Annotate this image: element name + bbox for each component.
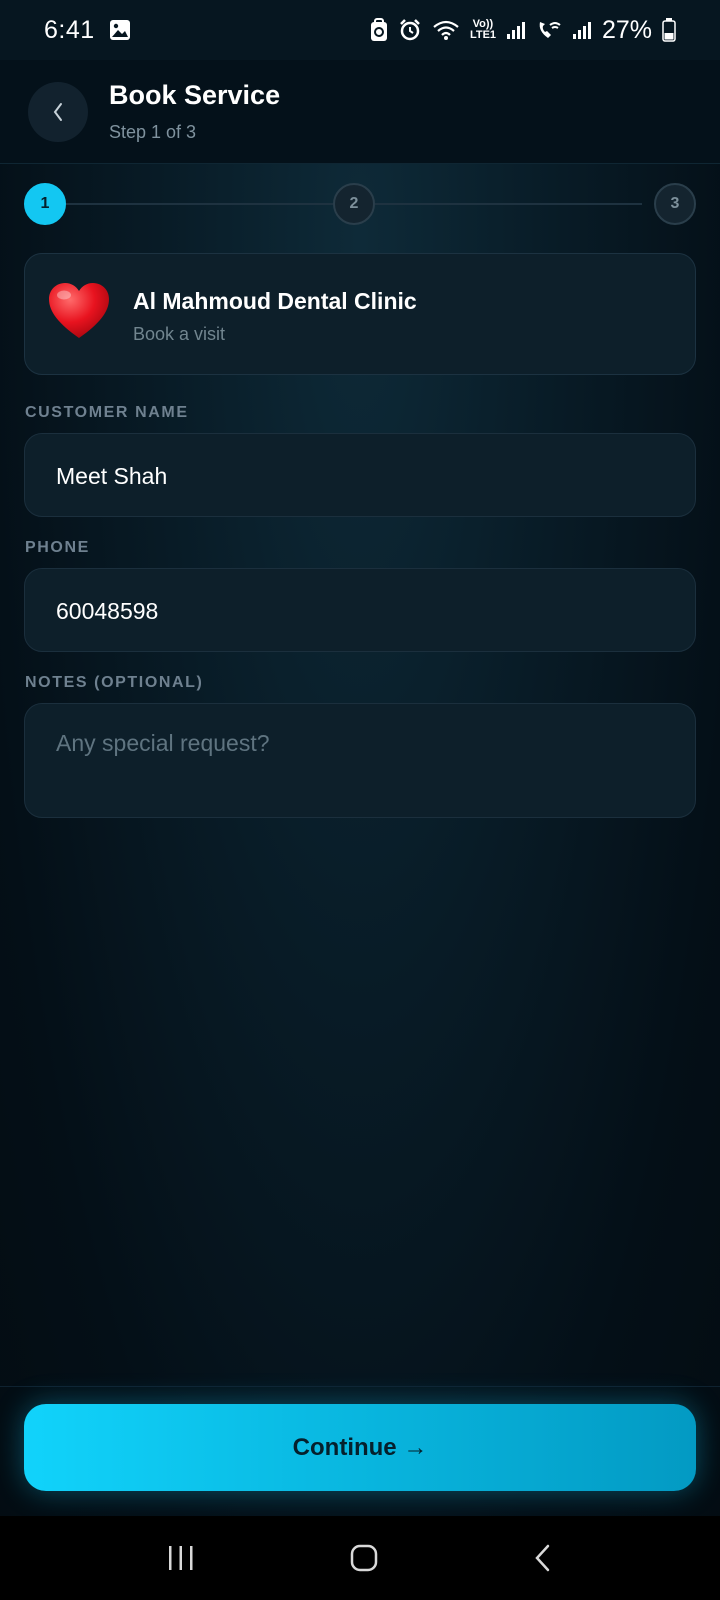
step-connector [66,203,333,205]
volte-icon: Vo)) LTE1 [469,18,497,41]
status-left: 6:41 [44,16,131,45]
notes-field[interactable] [24,703,696,818]
step-2-indicator: 2 [333,183,375,225]
status-right: Vo)) LTE1 27% [370,16,676,45]
signal-icon [506,22,525,39]
alarm-icon [400,19,420,41]
image-icon [109,20,130,40]
home-icon[interactable] [349,1543,379,1573]
page-subtitle: Step 1 of 3 [109,122,197,142]
phone-field[interactable]: 60048598 [24,568,696,652]
notes-label: NOTES (OPTIONAL) [25,674,204,691]
signal-icon [572,22,591,39]
step-connector [375,203,642,205]
battery-icon [662,18,676,42]
heart-icon [49,283,109,338]
wifi-call-icon [539,22,561,38]
status-time: 6:41 [44,15,95,44]
customer-name-label: CUSTOMER NAME [25,404,189,421]
customer-name-field[interactable]: Meet Shah [24,433,696,517]
wifi-icon [433,20,459,40]
battery-percent: 27% [601,15,652,44]
bottom-divider [0,1386,720,1387]
step-3-indicator: 3 [654,183,696,225]
page-title: Book Service [109,80,281,110]
step-progress: 1 2 3 [24,183,696,225]
sync-icon [370,18,387,41]
clinic-name: Al Mahmoud Dental Clinic [133,288,417,314]
clinic-card: Al Mahmoud Dental Clinic Book a visit [24,253,696,375]
back-button[interactable] [28,82,88,142]
app-header: Book Service Step 1 of 3 [0,60,720,164]
clinic-subtitle: Book a visit [133,324,226,344]
chevron-left-icon [53,103,62,121]
system-nav-bar [0,1516,720,1600]
phone-label: PHONE [25,539,90,556]
recent-apps-icon[interactable] [166,1544,196,1572]
back-icon[interactable] [532,1543,554,1573]
continue-button[interactable]: Continue → [24,1404,696,1491]
step-1-indicator: 1 [24,183,66,225]
status-bar: 6:41 Vo)) LTE1 27% [0,0,720,60]
